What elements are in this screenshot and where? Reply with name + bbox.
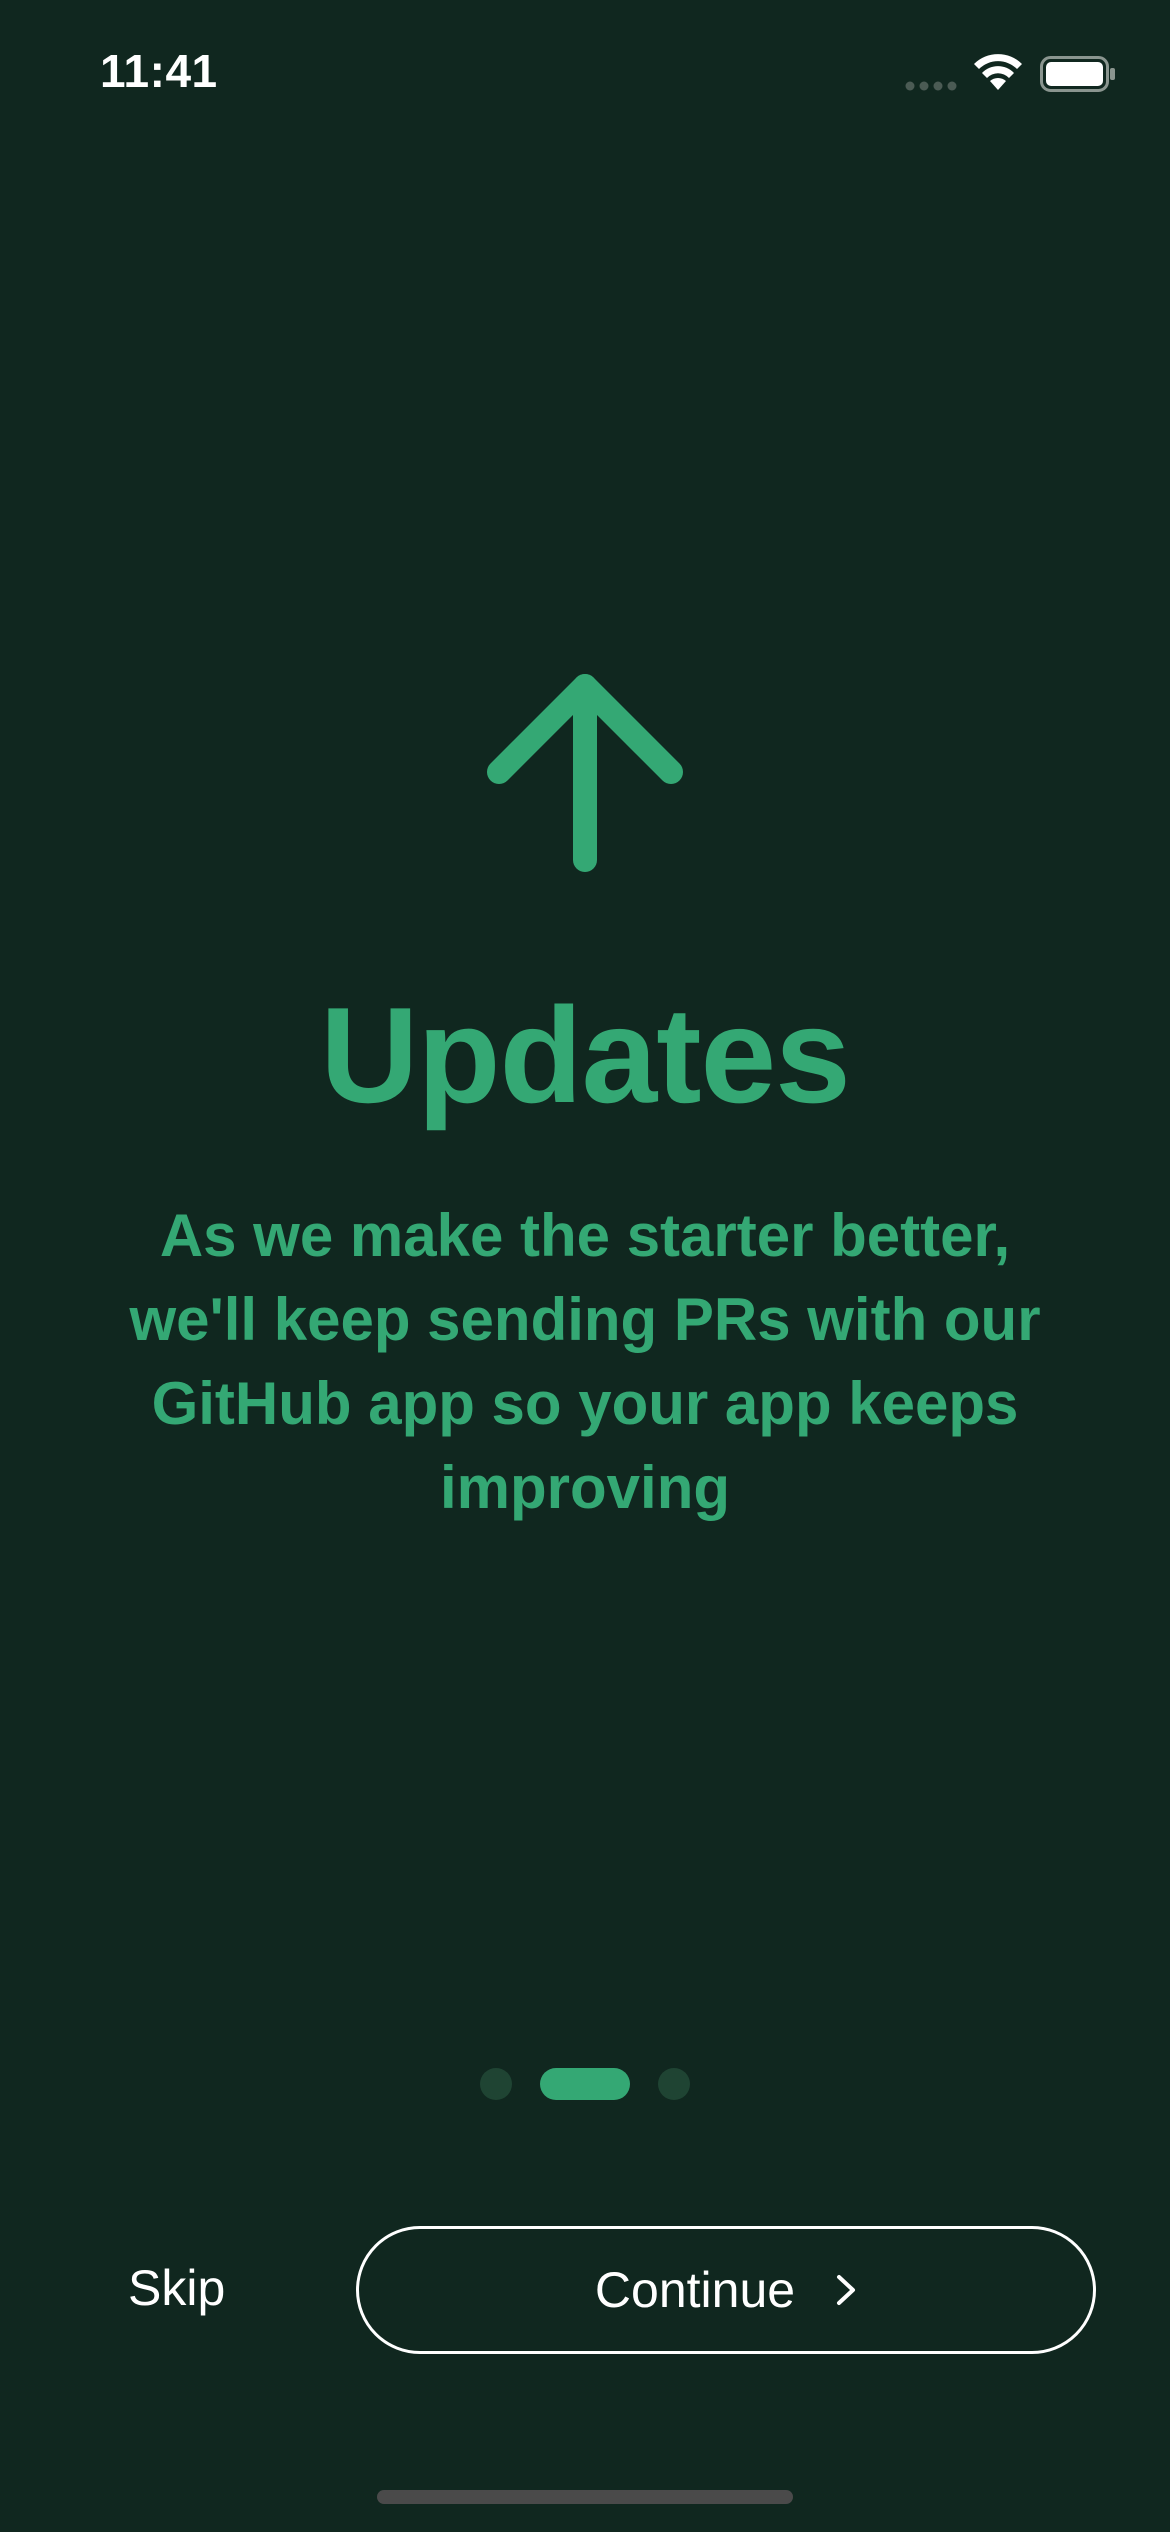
page-dot-2-active[interactable]	[540, 2068, 630, 2100]
skip-button[interactable]: Skip	[128, 2258, 225, 2318]
page-title: Updates	[320, 979, 851, 1131]
wifi-icon	[974, 54, 1022, 90]
arrow-up-icon	[487, 674, 683, 872]
page-description: As we make the starter better, we'll kee…	[129, 1202, 1041, 1521]
page-dot-1[interactable]	[480, 2068, 512, 2100]
status-time: 11:41	[100, 45, 218, 97]
home-indicator[interactable]	[377, 2490, 793, 2504]
onboarding-screen: 11:41 Updates As we make the starter bet…	[0, 0, 1170, 2532]
battery-icon	[1040, 56, 1115, 92]
page-indicator	[0, 2068, 1170, 2100]
page-dot-3[interactable]	[658, 2068, 690, 2100]
cellular-signal-icon	[905, 81, 957, 91]
chevron-right-icon	[837, 2275, 856, 2305]
continue-button[interactable]: Continue	[356, 2226, 1096, 2354]
continue-label: Continue	[594, 2262, 796, 2318]
